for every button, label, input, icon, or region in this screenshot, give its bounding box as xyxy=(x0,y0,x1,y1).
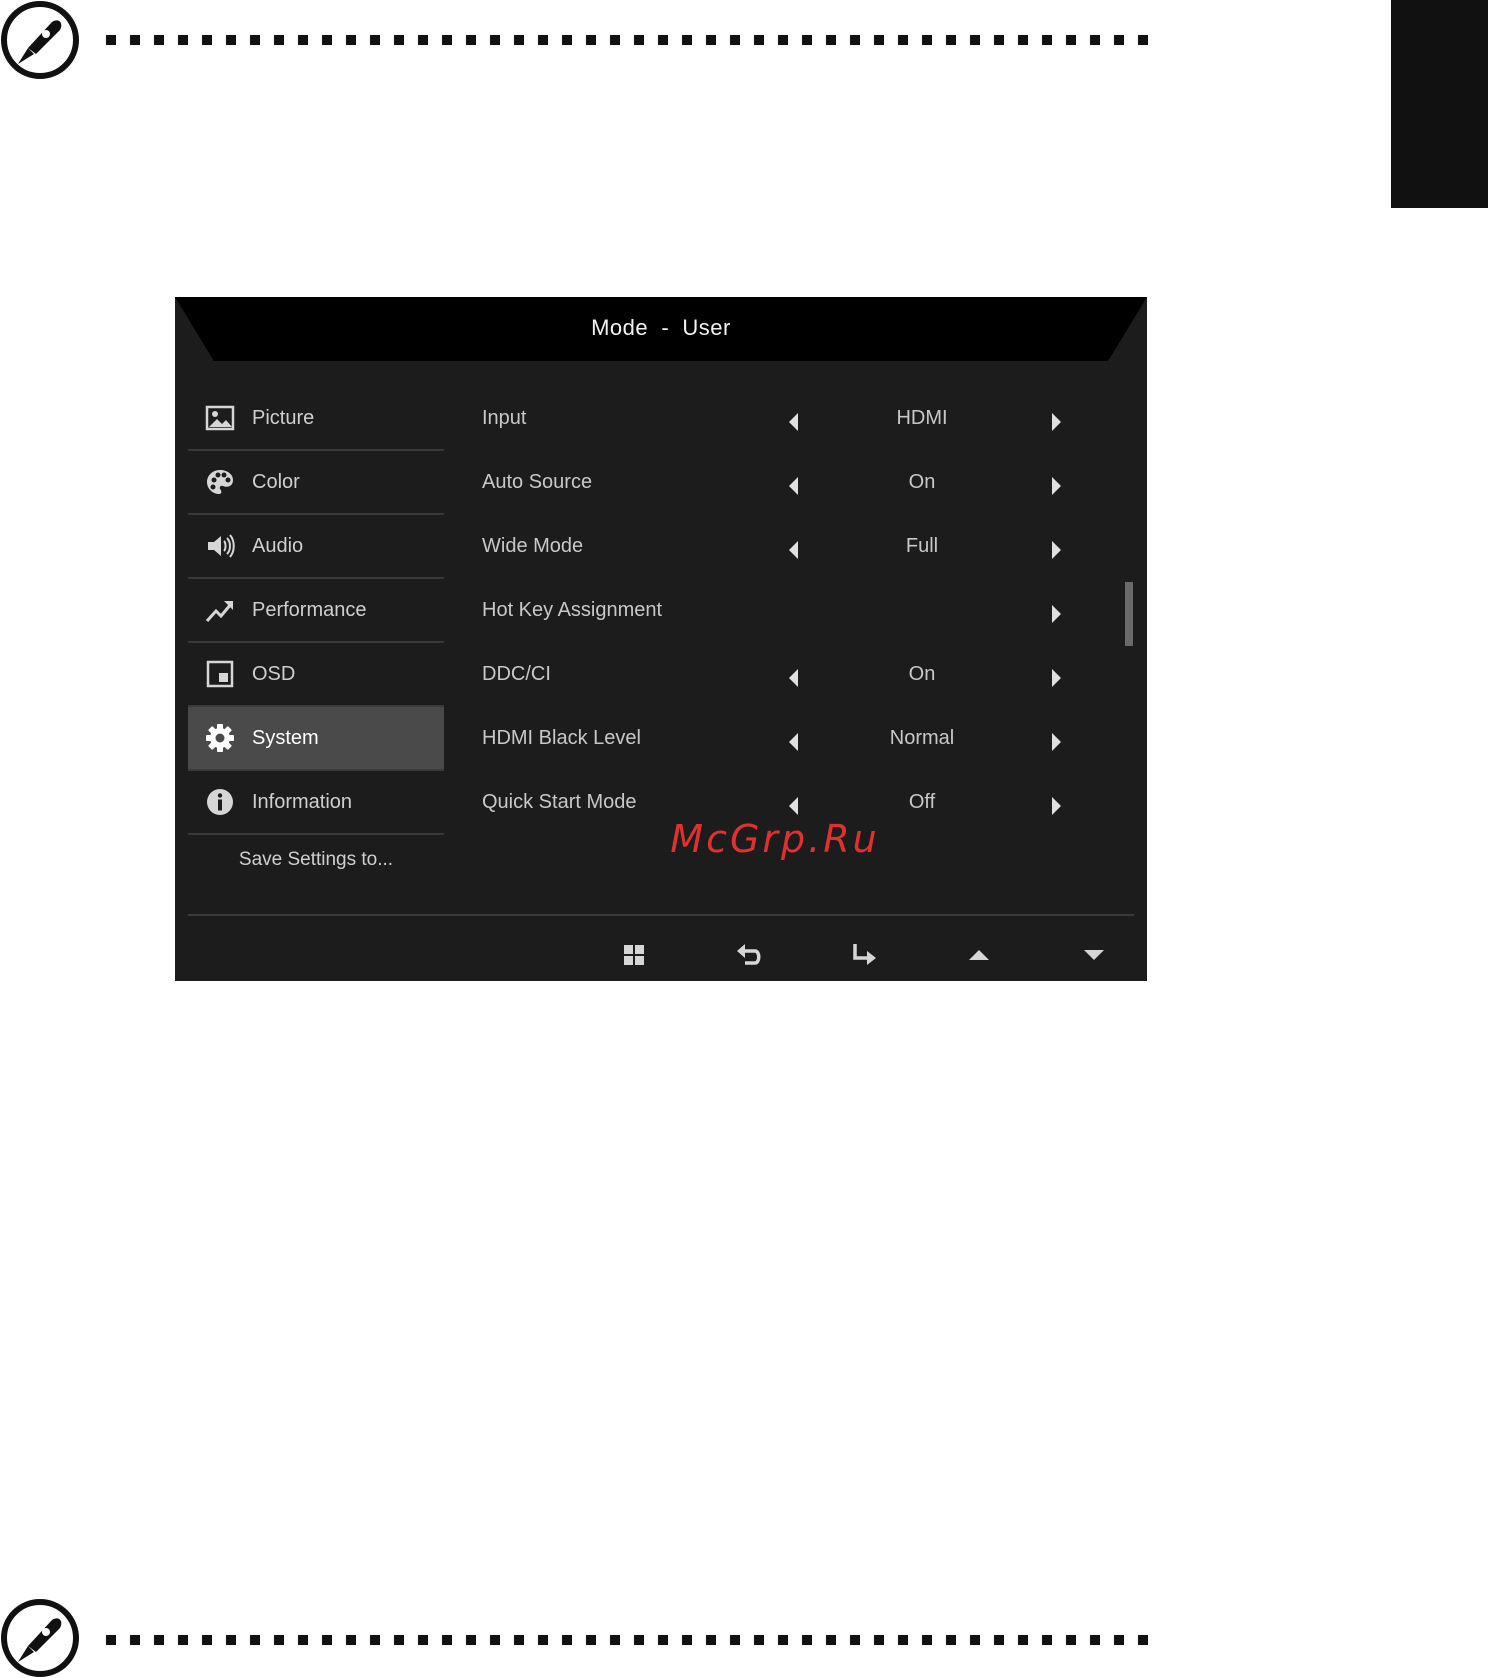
menu-label: Information xyxy=(252,790,353,813)
settings-list: Input HDMI Auto Source On Wide Mode Full… xyxy=(482,387,1082,835)
speaker-icon xyxy=(204,530,236,562)
setting-row-wide-mode[interactable]: Wide Mode Full xyxy=(482,515,1082,579)
menu-item-performance[interactable]: Performance xyxy=(188,579,444,643)
down-arrow-icon[interactable] xyxy=(1076,937,1112,973)
scrollbar[interactable] xyxy=(1125,582,1133,646)
left-arrow-icon[interactable] xyxy=(789,733,798,751)
info-icon xyxy=(204,786,236,818)
menu-label: Performance xyxy=(252,598,367,621)
setting-value: Off xyxy=(908,791,936,813)
right-arrow-icon[interactable] xyxy=(1052,605,1061,623)
up-arrow-icon[interactable] xyxy=(961,937,997,973)
menu-grid-icon[interactable] xyxy=(616,937,652,973)
menu-label: Color xyxy=(252,470,300,493)
dotted-divider-bottom xyxy=(106,1635,1152,1645)
menu-label: OSD xyxy=(252,662,296,685)
right-arrow-icon[interactable] xyxy=(1052,541,1061,559)
right-arrow-icon[interactable] xyxy=(1052,797,1061,815)
left-arrow-icon[interactable] xyxy=(789,669,798,687)
menu-label: System xyxy=(252,726,319,749)
right-arrow-icon[interactable] xyxy=(1052,669,1061,687)
setting-value: On xyxy=(908,471,936,493)
setting-row-hot-key-assignment[interactable]: Hot Key Assignment xyxy=(482,579,1082,643)
setting-row-input[interactable]: Input HDMI xyxy=(482,387,1082,451)
osd-menu: Picture Color Audio Performance OSD Syst… xyxy=(188,387,444,835)
setting-value: Full xyxy=(905,535,939,557)
left-arrow-icon[interactable] xyxy=(789,797,798,815)
picture-icon xyxy=(204,402,236,434)
setting-label: Quick Start Mode xyxy=(482,791,637,813)
save-settings-button[interactable]: Save Settings to... xyxy=(188,849,444,871)
watermark-text: McGrp.Ru xyxy=(670,817,880,861)
palette-icon xyxy=(204,466,236,498)
setting-value: HDMI xyxy=(896,407,948,429)
setting-label: HDMI Black Level xyxy=(482,727,641,749)
menu-item-osd[interactable]: OSD xyxy=(188,643,444,707)
side-tab-marker xyxy=(1391,0,1488,208)
setting-label: Input xyxy=(482,407,527,429)
menu-item-picture[interactable]: Picture xyxy=(188,387,444,451)
menu-item-system[interactable]: System xyxy=(188,707,444,771)
left-arrow-icon[interactable] xyxy=(789,413,798,431)
left-arrow-icon[interactable] xyxy=(789,477,798,495)
menu-label: Audio xyxy=(252,534,304,557)
right-arrow-icon[interactable] xyxy=(1052,413,1061,431)
note-pen-icon xyxy=(0,0,80,80)
osd-window: Mode - User Picture Color Audio Performa… xyxy=(175,297,1147,981)
note-pen-icon xyxy=(0,1598,80,1678)
setting-row-ddc-ci[interactable]: DDC/CI On xyxy=(482,643,1082,707)
trend-up-icon xyxy=(204,594,236,626)
left-arrow-icon[interactable] xyxy=(789,541,798,559)
setting-label: Wide Mode xyxy=(482,535,584,557)
menu-item-color[interactable]: Color xyxy=(188,451,444,515)
setting-row-auto-source[interactable]: Auto Source On xyxy=(482,451,1082,515)
setting-value: Normal xyxy=(889,727,955,749)
setting-label: Auto Source xyxy=(482,471,593,493)
menu-label: Picture xyxy=(252,406,315,429)
back-icon[interactable] xyxy=(731,937,767,973)
setting-row-hdmi-black-level[interactable]: HDMI Black Level Normal xyxy=(482,707,1082,771)
dotted-divider-top xyxy=(106,35,1152,45)
gear-icon xyxy=(204,722,236,754)
right-arrow-icon[interactable] xyxy=(1052,733,1061,751)
right-arrow-icon[interactable] xyxy=(1052,477,1061,495)
enter-icon[interactable] xyxy=(846,937,882,973)
footer-divider xyxy=(188,914,1134,916)
setting-label: DDC/CI xyxy=(482,663,551,685)
menu-item-audio[interactable]: Audio xyxy=(188,515,444,579)
setting-label: Hot Key Assignment xyxy=(482,599,663,621)
setting-value: On xyxy=(908,663,936,685)
menu-item-information[interactable]: Information xyxy=(188,771,444,835)
osd-icon xyxy=(204,658,236,690)
osd-title: Mode - User xyxy=(591,315,731,340)
